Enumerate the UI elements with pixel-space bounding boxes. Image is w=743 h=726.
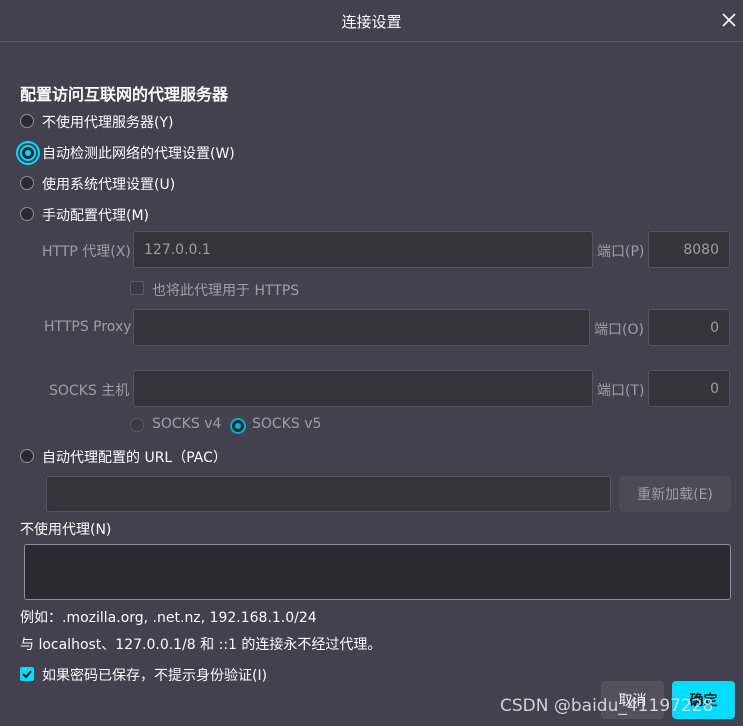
no-auth-prompt-checkbox[interactable] <box>20 667 34 681</box>
http-port-input[interactable]: 8080 <box>648 231 730 268</box>
radio-socks-v4[interactable] <box>130 418 144 432</box>
socks-host-label: SOCKS 主机 <box>49 383 130 399</box>
radio-socks-v5-label: SOCKS v5 <box>252 416 322 432</box>
https-port-label: 端口(O) <box>594 322 644 338</box>
radio-no-proxy[interactable] <box>20 114 34 128</box>
radio-manual-proxy[interactable] <box>20 207 34 221</box>
proxy-heading: 配置访问互联网的代理服务器 <box>20 85 229 104</box>
socks-port-input[interactable]: 0 <box>648 370 730 407</box>
https-port-input[interactable]: 0 <box>648 309 730 346</box>
radio-pac-label: 自动代理配置的 URL（PAC） <box>42 450 227 466</box>
radio-no-proxy-label: 不使用代理服务器(Y) <box>42 115 174 131</box>
https-proxy-input[interactable] <box>133 309 590 346</box>
http-proxy-input[interactable]: 127.0.0.1 <box>133 231 593 268</box>
radio-socks-v5[interactable] <box>230 418 246 434</box>
reload-button[interactable]: 重新加载(E) <box>619 476 731 512</box>
socks-port-label: 端口(T) <box>597 383 645 399</box>
also-https-label: 也将此代理用于 HTTPS <box>152 283 300 299</box>
close-icon <box>722 13 736 27</box>
no-proxy-textarea[interactable] <box>24 544 731 600</box>
radio-manual-proxy-label: 手动配置代理(M) <box>42 208 150 224</box>
pac-url-input[interactable] <box>46 476 611 512</box>
http-port-value: 8080 <box>683 241 719 258</box>
watermark-text: CSDN @baidu_41197228 <box>500 696 714 716</box>
socks-host-input[interactable] <box>133 370 593 407</box>
radio-auto-detect-label: 自动检测此网络的代理设置(W) <box>42 146 235 162</box>
http-proxy-label: HTTP 代理(X) <box>42 244 131 260</box>
http-proxy-value: 127.0.0.1 <box>144 241 211 258</box>
close-button[interactable] <box>717 8 741 32</box>
radio-system-proxy-label: 使用系统代理设置(U) <box>42 177 176 193</box>
https-proxy-label: HTTPS Proxy <box>44 319 132 335</box>
http-port-label: 端口(P) <box>597 244 645 260</box>
checkmark-icon <box>22 670 32 679</box>
also-https-checkbox[interactable] <box>130 281 144 295</box>
radio-auto-detect[interactable] <box>20 145 36 161</box>
https-port-value: 0 <box>710 319 719 336</box>
no-auth-prompt-label: 如果密码已保存，不提示身份验证(I) <box>42 668 268 684</box>
no-proxy-label: 不使用代理(N) <box>20 522 112 538</box>
radio-system-proxy[interactable] <box>20 176 34 190</box>
socks-port-value: 0 <box>710 380 719 397</box>
radio-socks-v4-label: SOCKS v4 <box>152 416 222 432</box>
radio-pac[interactable] <box>20 449 34 463</box>
localhost-note: 与 localhost、127.0.0.1/8 和 ::1 的连接永不经过代理。 <box>20 637 382 653</box>
dialog-title: 连接设置 <box>341 13 402 31</box>
example-text: 例如：.mozilla.org, .net.nz, 192.168.1.0/24 <box>20 610 317 626</box>
